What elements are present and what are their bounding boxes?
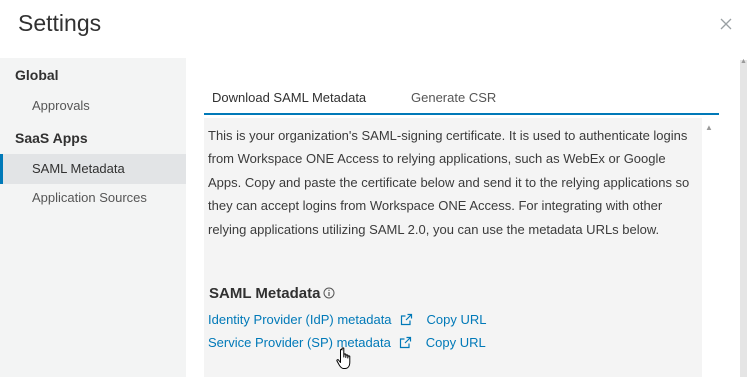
idp-copy-url-button[interactable]: Copy URL	[427, 312, 487, 327]
tab-download-saml-metadata[interactable]: Download SAML Metadata	[212, 90, 366, 105]
sidebar-item-approvals[interactable]: Approvals	[0, 91, 186, 121]
idp-metadata-link[interactable]: Identity Provider (IdP) metadata	[208, 312, 392, 327]
sp-metadata-link[interactable]: Service Provider (SP) metadata	[208, 335, 391, 350]
dialog-title: Settings	[18, 10, 102, 36]
sidebar-item-saml-metadata[interactable]: SAML Metadata	[0, 154, 186, 184]
metadata-heading-label: SAML Metadata	[209, 285, 321, 302]
content-scrollbar[interactable]	[703, 118, 719, 377]
sidebar-group-saas-apps: SaaS Apps	[15, 130, 88, 146]
tab-generate-csr[interactable]: Generate CSR	[411, 90, 496, 105]
settings-sidebar: Global Approvals SaaS Apps SAML Metadata…	[0, 58, 186, 377]
page-scroll-up-arrow-icon[interactable]: ▲	[740, 58, 747, 65]
metadata-heading: SAML Metadata	[209, 285, 335, 303]
hand-pointer-cursor	[336, 347, 354, 376]
idp-metadata-row: Identity Provider (IdP) metadata Copy URL	[208, 312, 487, 329]
external-link-icon[interactable]	[400, 313, 413, 329]
certificate-description: This is your organization's SAML-signing…	[208, 128, 690, 237]
page-scrollbar[interactable]	[740, 60, 747, 377]
close-icon[interactable]	[719, 17, 733, 31]
sidebar-group-global: Global	[15, 67, 59, 83]
sidebar-item-application-sources[interactable]: Application Sources	[0, 183, 186, 213]
external-link-icon[interactable]	[399, 336, 412, 352]
sp-copy-url-button[interactable]: Copy URL	[426, 335, 486, 350]
info-icon[interactable]	[323, 286, 335, 303]
tab-underline	[204, 113, 719, 115]
scroll-up-arrow-icon[interactable]: ▲	[705, 124, 713, 132]
